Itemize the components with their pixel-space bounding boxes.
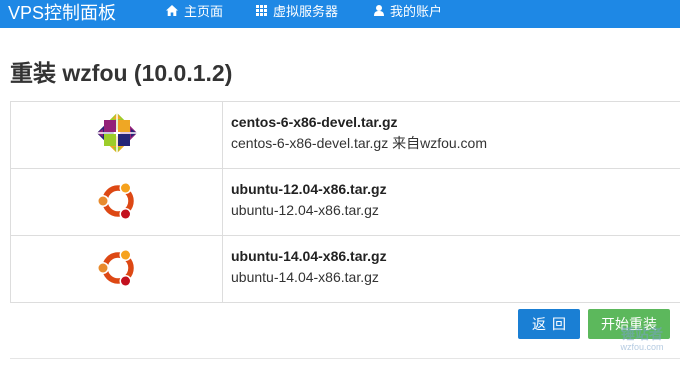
image-info-cell[interactable]: ubuntu-12.04-x86.tar.gz ubuntu-12.04-x86… [222, 168, 680, 236]
ubuntu-logo-icon [96, 181, 134, 220]
image-name: ubuntu-12.04-x86.tar.gz [231, 181, 387, 197]
watermark-domain: wzfou.com [620, 342, 664, 352]
brand-title[interactable]: VPS控制面板 [8, 2, 116, 24]
centos-logo-icon [94, 110, 139, 155]
top-navbar: VPS控制面板 主页面 虚拟服务器 我的账户 [0, 0, 680, 28]
image-description: ubuntu-12.04-x86.tar.gz [231, 202, 379, 218]
nav-item-my-account[interactable]: 我的账户 [374, 0, 442, 28]
image-description: ubuntu-14.04-x86.tar.gz [231, 269, 379, 285]
back-button[interactable]: 返回 [518, 309, 580, 339]
user-icon [374, 0, 384, 24]
logo-cell[interactable] [10, 168, 223, 236]
grid-icon [256, 0, 267, 24]
logo-cell[interactable] [10, 101, 223, 169]
table-row[interactable]: ubuntu-12.04-x86.tar.gz ubuntu-12.04-x86… [10, 168, 680, 236]
page-title: 重装 wzfou (10.0.1.2) [10, 60, 233, 86]
image-name: ubuntu-14.04-x86.tar.gz [231, 248, 387, 264]
table-row[interactable]: centos-6-x86-devel.tar.gz centos-6-x86-d… [10, 101, 680, 169]
home-icon [166, 0, 178, 24]
nav-label-virtual-servers: 虚拟服务器 [273, 4, 339, 19]
watermark-brand: 锤站者 [621, 326, 663, 342]
nav-item-virtual-servers[interactable]: 虚拟服务器 [256, 0, 338, 28]
image-info-cell[interactable]: ubuntu-14.04-x86.tar.gz ubuntu-14.04-x86… [222, 235, 680, 303]
watermark: 锤站者 wzfou.com [606, 326, 678, 353]
ubuntu-logo-icon [96, 248, 134, 287]
image-description: centos-6-x86-devel.tar.gz 来自wzfou.com [231, 135, 487, 151]
footer-divider [10, 358, 680, 359]
nav-label-home: 主页面 [184, 4, 224, 19]
image-name: centos-6-x86-devel.tar.gz [231, 114, 398, 130]
nav-label-my-account: 我的账户 [390, 4, 443, 19]
table-row[interactable]: ubuntu-14.04-x86.tar.gz ubuntu-14.04-x86… [10, 235, 680, 303]
os-image-table: centos-6-x86-devel.tar.gz centos-6-x86-d… [10, 101, 680, 303]
nav-item-home[interactable]: 主页面 [166, 0, 223, 28]
logo-cell[interactable] [10, 235, 223, 303]
image-info-cell[interactable]: centos-6-x86-devel.tar.gz centos-6-x86-d… [222, 101, 680, 169]
